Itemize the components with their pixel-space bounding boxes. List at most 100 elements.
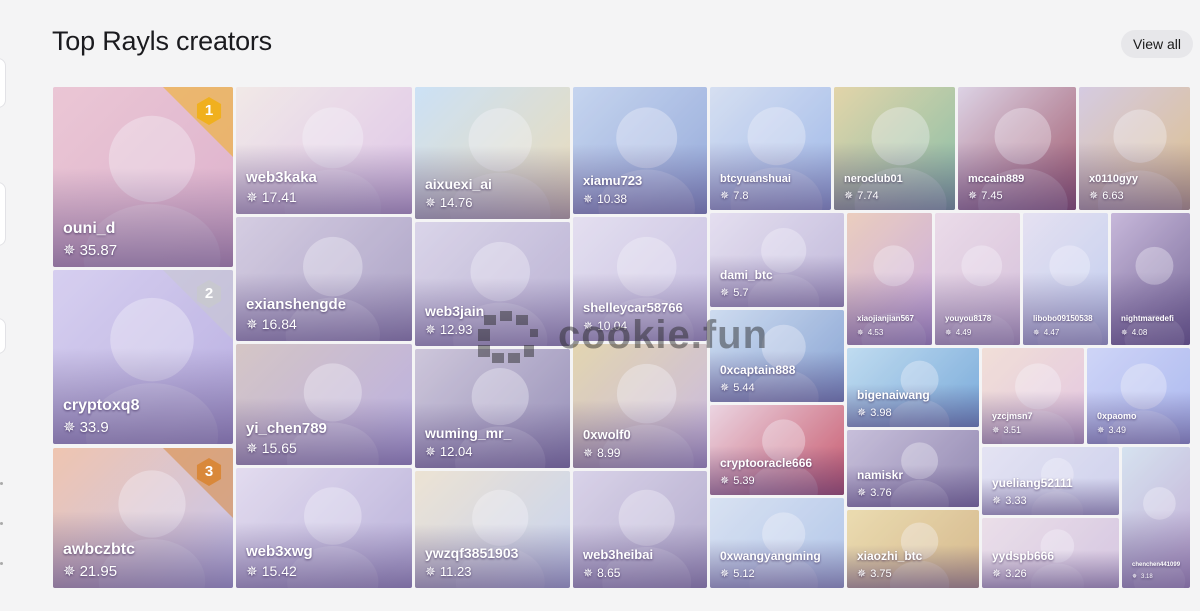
cog-icon: ✵: [720, 382, 730, 394]
cog-icon: ✵: [857, 487, 867, 499]
creator-tile[interactable]: libobo09150538 ✵ 4.47: [1023, 213, 1108, 345]
score-value: 7.74: [857, 190, 879, 202]
cog-icon: ✵: [992, 495, 1002, 507]
creator-name: neroclub01: [844, 173, 903, 185]
creator-name: ouni_d: [63, 220, 116, 237]
creator-tile[interactable]: youyou8178 ✵ 4.49: [935, 213, 1020, 345]
score-value: 3.51: [1003, 425, 1022, 435]
creator-tile[interactable]: web3heibai ✵ 8.65: [573, 471, 707, 588]
creator-tile[interactable]: exianshengde ✵ 16.84: [236, 217, 412, 341]
creator-score: ✵ 5.39: [720, 474, 755, 487]
score-value: 3.49: [1108, 425, 1127, 435]
score-value: 35.87: [79, 242, 118, 259]
score-value: 10.04: [597, 319, 628, 333]
creator-score: ✵ 11.23: [425, 564, 471, 580]
creator-tile[interactable]: web3kaka ✵ 17.41: [236, 87, 412, 214]
creator-tile[interactable]: shelleycar58766 ✵ 10.04: [573, 217, 707, 341]
creator-tile[interactable]: xiaojianjian567 ✵ 4.53: [847, 213, 932, 345]
creator-name: x0110gyy: [1089, 173, 1138, 185]
creator-tile[interactable]: yueliang52111 ✵ 3.33: [982, 447, 1119, 515]
creator-tile[interactable]: chenchen441099 ✵ 3.18: [1122, 447, 1190, 588]
creator-tile[interactable]: yydspb666 ✵ 3.26: [982, 518, 1119, 588]
creator-tile[interactable]: web3xwg ✵ 15.42: [236, 468, 412, 588]
score-value: 3.33: [1005, 495, 1027, 507]
score-value: 4.49: [955, 328, 972, 337]
score-value: 3.98: [870, 407, 892, 419]
creator-tile[interactable]: yzcjmsn7 ✵ 3.51: [982, 348, 1084, 444]
creator-score: ✵ 4.49: [945, 328, 971, 337]
creator-name: shelleycar58766: [583, 300, 683, 315]
creator-score: ✵ 6.63: [1089, 189, 1124, 202]
creator-tile[interactable]: cryptoxq8 ✵ 33.9 2: [53, 270, 233, 444]
creator-score: ✵ 4.47: [1033, 328, 1059, 337]
creator-name: aixuexi_ai: [425, 176, 492, 192]
creator-tile[interactable]: namiskr ✵ 3.76: [847, 430, 979, 507]
score-value: 17.41: [261, 189, 297, 205]
score-value: 6.63: [1102, 190, 1124, 202]
creator-tile[interactable]: cryptooracle666 ✵ 5.39: [710, 405, 844, 495]
creator-tile[interactable]: mccain889 ✵ 7.45: [958, 87, 1076, 210]
cog-icon: ✵: [857, 568, 867, 580]
cog-icon: ✵: [1121, 328, 1128, 337]
creator-name: dami_btc: [720, 268, 773, 282]
creator-tile[interactable]: aixuexi_ai ✵ 14.76: [415, 87, 570, 219]
creator-tile[interactable]: dami_btc ✵ 5.7: [710, 213, 844, 307]
creator-tile[interactable]: 0xwangyangming ✵ 5.12: [710, 498, 844, 588]
cog-icon: ✵: [968, 190, 978, 202]
cog-icon: ✵: [1132, 574, 1138, 580]
score-value: 15.65: [261, 440, 297, 456]
creator-tile[interactable]: bigenaiwang ✵ 3.98: [847, 348, 979, 427]
cog-icon: ✵: [583, 446, 594, 460]
creator-tile[interactable]: btcyuanshuai ✵ 7.8: [710, 87, 831, 210]
score-value: 14.76: [439, 195, 473, 210]
creator-score: ✵ 14.76: [425, 195, 472, 211]
creator-tile[interactable]: yi_chen789 ✵ 15.65: [236, 344, 412, 465]
cog-icon: ✵: [857, 407, 867, 419]
cog-icon: ✵: [1033, 328, 1040, 337]
creator-tile[interactable]: xiaozhi_btc ✵ 3.75: [847, 510, 979, 588]
creator-name: namiskr: [857, 468, 904, 482]
creator-tile[interactable]: 0xwolf0 ✵ 8.99: [573, 344, 707, 468]
cog-icon: ✵: [583, 319, 594, 333]
creator-tile[interactable]: x0110gyy ✵ 6.63: [1079, 87, 1190, 210]
creator-name: yzcjmsn7: [992, 411, 1033, 421]
creator-tile[interactable]: wuming_mr_ ✵ 12.04: [415, 349, 570, 468]
cog-icon: ✵: [720, 287, 730, 299]
creator-name: cryptoxq8: [63, 397, 140, 414]
score-value: 5.39: [733, 475, 755, 487]
score-value: 4.47: [1043, 328, 1060, 337]
cog-icon: ✵: [1089, 190, 1099, 202]
creator-name: 0xpaomo: [1097, 411, 1137, 421]
creator-name: 0xwolf0: [583, 427, 631, 442]
creator-tile[interactable]: nightmaredefi ✵ 4.08: [1111, 213, 1190, 345]
cog-icon: ✵: [425, 564, 436, 579]
cog-icon: ✵: [63, 242, 76, 259]
score-value: 4.08: [1131, 328, 1148, 337]
creator-tile[interactable]: web3jain ✵ 12.93: [415, 222, 570, 346]
creator-score: ✵ 12.04: [425, 444, 472, 460]
cog-icon: ✵: [844, 190, 854, 202]
cog-icon: ✵: [246, 440, 258, 456]
creator-score: ✵ 33.9: [63, 418, 109, 436]
score-value: 3.18: [1141, 574, 1153, 580]
creator-name: nightmaredefi: [1121, 314, 1174, 323]
creator-tile[interactable]: ouni_d ✵ 35.87 1: [53, 87, 233, 267]
creator-score: ✵ 8.99: [583, 446, 620, 460]
cog-icon: ✵: [857, 328, 864, 337]
creator-tile[interactable]: 0xcaptain888 ✵ 5.44: [710, 310, 844, 402]
creator-tile[interactable]: neroclub01 ✵ 7.74: [834, 87, 955, 210]
cog-icon: ✵: [425, 444, 436, 459]
creator-tile[interactable]: 0xpaomo ✵ 3.49: [1087, 348, 1190, 444]
creator-tile[interactable]: xiamu723 ✵ 10.38: [573, 87, 707, 214]
creator-score: ✵ 10.38: [583, 192, 627, 206]
creator-name: web3jain: [425, 303, 485, 319]
score-value: 4.53: [867, 328, 884, 337]
creator-tile[interactable]: awbczbtc ✵ 21.95 3: [53, 448, 233, 588]
cog-icon: ✵: [583, 566, 594, 580]
creator-name: 0xcaptain888: [720, 363, 796, 377]
creator-score: ✵ 16.84: [246, 316, 297, 333]
creator-name: youyou8178: [945, 314, 992, 323]
cog-icon: ✵: [246, 316, 258, 332]
cog-icon: ✵: [992, 425, 1000, 435]
creator-tile[interactable]: ywzqf3851903 ✵ 11.23: [415, 471, 570, 588]
